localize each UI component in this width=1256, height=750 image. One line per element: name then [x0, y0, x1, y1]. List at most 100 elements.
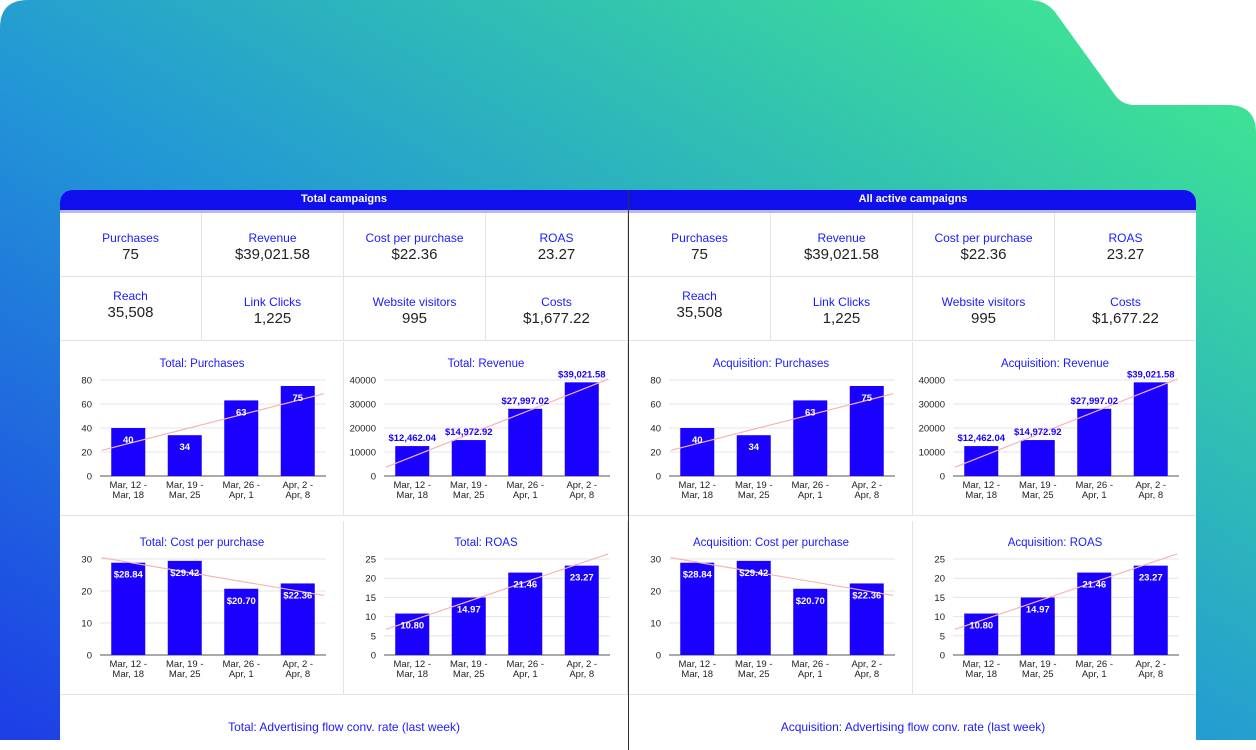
panel-header: All active campaigns [629, 190, 1196, 213]
kpi-value: 995 [970, 310, 997, 327]
kpi-label: Purchases [102, 231, 159, 245]
y-tick-label: 30 [81, 555, 92, 566]
x-tick-label: Mar, 18 [112, 490, 144, 501]
bar [1077, 408, 1112, 476]
x-tick-label: Mar, 18 [965, 669, 997, 680]
x-tick-label: Apr, 8 [1138, 490, 1163, 501]
chart-acquisition-purchases: Acquisition: Purchases 0 20 40 60 80 40 34 63 75 M… [629, 342, 913, 516]
y-tick-label: 20 [365, 574, 376, 585]
y-tick-label: 0 [656, 651, 661, 662]
bar [1133, 382, 1168, 476]
kpi-value: $22.36 [960, 246, 1007, 263]
bottom-chart-title: Acquisition: Advertising flow conv. rate… [780, 720, 1046, 734]
chart-title: Total: Revenue [448, 358, 525, 370]
kpi-value: 23.27 [1106, 246, 1145, 263]
y-tick-label: 15 [365, 593, 376, 604]
bottom-chart-title: Total: Advertising flow conv. rate (last… [228, 720, 460, 734]
kpi-value: $39,021.58 [234, 246, 311, 263]
data-label: $39,021.58 [558, 369, 606, 380]
chart-acquisition-revenue: Acquisition: Revenue 0 10000 20000 30000 4000… [913, 342, 1196, 516]
kpi-revenue: Revenue $39,021.58 [202, 213, 344, 277]
kpi-purchases: Purchases 75 [629, 213, 771, 277]
x-tick-label: Apr, 1 [513, 669, 538, 680]
data-label: $12,462.04 [957, 433, 1005, 444]
chart-total-revenue: Total: Revenue 0 10000 20000 30000 40000 $12,4… [344, 342, 628, 516]
bar [508, 408, 543, 476]
data-label: $14,972.92 [445, 427, 493, 438]
kpi-value: $1,677.22 [1092, 310, 1159, 327]
kpi-label: Costs [541, 295, 572, 309]
kpi-revenue: Revenue $39,021.58 [771, 213, 913, 277]
kpi-reach: Reach 35,508 [60, 277, 202, 341]
data-label: $12,462.04 [388, 433, 436, 444]
data-label: $27,997.02 [1070, 396, 1118, 407]
y-tick-label: 10000 [919, 448, 945, 459]
kpi-cost-per-purchase: Cost per purchase $22.36 [344, 213, 486, 277]
y-tick-label: 20000 [919, 424, 945, 435]
kpi-label: Website visitors [941, 295, 1026, 309]
kpi-link-clicks: Link Clicks 1,225 [202, 277, 344, 341]
kpi-label: Cost per purchase [934, 231, 1033, 245]
chart-title: Acquisition: Purchases [713, 358, 830, 370]
data-label: 10.80 [400, 621, 424, 632]
x-tick-label: Apr, 1 [229, 669, 254, 680]
kpi-value: $1,677.22 [523, 310, 590, 327]
data-label: 34 [748, 442, 759, 453]
x-tick-label: Mar, 25 [738, 669, 770, 680]
y-tick-label: 0 [940, 651, 945, 662]
data-label: 40 [692, 435, 703, 446]
x-tick-label: Mar, 25 [169, 490, 201, 501]
y-tick-label: 0 [371, 472, 376, 483]
kpi-value: 75 [691, 246, 708, 263]
x-tick-label: Mar, 25 [738, 490, 770, 501]
y-tick-label: 10 [365, 612, 376, 623]
x-tick-label: Apr, 8 [854, 669, 879, 680]
kpi-label: ROAS [539, 231, 574, 245]
x-tick-label: Mar, 25 [1022, 669, 1054, 680]
data-label: 40 [123, 435, 134, 446]
data-label: $39,021.58 [1127, 369, 1175, 380]
kpi-link-clicks: Link Clicks 1,225 [771, 277, 913, 341]
data-label: $20.70 [796, 596, 825, 607]
y-tick-label: 40000 [919, 376, 945, 387]
y-tick-label: 20 [650, 587, 661, 598]
y-tick-label: 30000 [919, 400, 945, 411]
x-tick-label: Mar, 25 [169, 669, 201, 680]
y-tick-label: 30 [650, 555, 661, 566]
y-tick-label: 60 [81, 400, 92, 411]
kpi-value: 1,225 [253, 310, 292, 327]
kpi-label: Cost per purchase [365, 231, 464, 245]
x-tick-label: Mar, 18 [396, 669, 428, 680]
kpi-value: 1,225 [822, 310, 861, 327]
data-label: 23.27 [1139, 573, 1163, 584]
y-tick-label: 25 [365, 555, 376, 566]
chart-total-cost-per-purchase: Total: Cost per purchase 0 10 20 30 $28.84 $29… [60, 521, 344, 695]
y-tick-label: 30000 [350, 400, 376, 411]
kpi-label: Revenue [248, 231, 297, 245]
x-tick-label: Apr, 8 [285, 669, 310, 680]
kpi-label: Reach [113, 289, 148, 303]
data-label: 21.46 [513, 580, 537, 591]
x-tick-label: Mar, 18 [112, 669, 144, 680]
x-tick-label: Apr, 8 [854, 490, 879, 501]
chart-title: Total: Cost per purchase [140, 537, 265, 549]
kpi-value: $39,021.58 [803, 246, 880, 263]
y-tick-label: 10 [81, 619, 92, 630]
kpi-label: Reach [682, 289, 717, 303]
x-tick-label: Apr, 8 [1138, 669, 1163, 680]
y-tick-label: 5 [940, 631, 945, 642]
y-tick-label: 80 [81, 376, 92, 387]
kpi-purchases: Purchases 75 [60, 213, 202, 277]
data-label: $22.36 [283, 590, 312, 601]
x-tick-label: Mar, 25 [453, 669, 485, 680]
data-label: 21.46 [1082, 580, 1106, 591]
x-tick-label: Apr, 8 [569, 490, 594, 501]
chart-title: Acquisition: Revenue [1001, 358, 1109, 370]
kpi-label: Costs [1110, 295, 1141, 309]
x-tick-label: Mar, 18 [681, 669, 713, 680]
x-tick-label: Apr, 8 [285, 490, 310, 501]
y-tick-label: 0 [940, 472, 945, 483]
x-tick-label: Apr, 1 [1082, 490, 1107, 501]
kpi-roas: ROAS 23.27 [1055, 213, 1196, 277]
kpi-costs: Costs $1,677.22 [1055, 277, 1196, 341]
